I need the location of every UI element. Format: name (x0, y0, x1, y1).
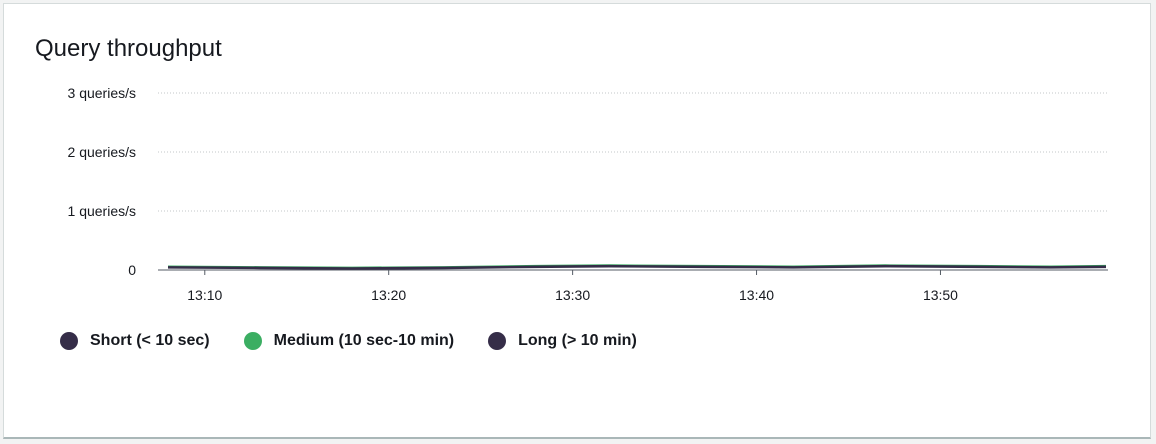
legend-label: Short (< 10 sec) (90, 332, 210, 349)
x-tick-label: 13:10 (187, 287, 222, 303)
x-tick-label: 13:40 (739, 287, 774, 303)
legend-swatch-icon (243, 332, 262, 350)
y-tick-label: 2 queries/s (68, 144, 136, 160)
gridlines (158, 92, 1108, 271)
x-tick-label: 13:50 (923, 287, 958, 303)
y-axis-tick-labels: 0 1 queries/s 2 queries/s 3 queries/s (68, 85, 137, 278)
legend-item[interactable]: Medium (10 sec-10 min) (243, 332, 455, 350)
legend-swatch-icon (60, 332, 78, 350)
x-tick-label: 13:20 (371, 287, 406, 303)
legend-label: Long (> 10 min) (518, 332, 637, 349)
chart-legend: Short (< 10 sec) Medium (10 sec-10 min) Lo… (60, 332, 671, 350)
y-tick-label: 0 (128, 262, 136, 278)
x-axis-tick-labels: 13:10 13:20 13:30 13:40 13:50 (187, 270, 958, 303)
legend-swatch-icon (488, 332, 507, 350)
x-tick-label: 13:30 (555, 287, 590, 303)
throughput-line-chart: 0 1 queries/s 2 queries/s 3 queries/s 13:10… (68, 85, 1108, 303)
series-lines (167, 264, 1107, 270)
legend-item[interactable]: Long (> 10 min) (488, 332, 637, 350)
y-tick-label: 1 queries/s (68, 203, 136, 219)
legend-label: Medium (10 sec-10 min) (273, 332, 455, 349)
legend-item[interactable]: Short (< 10 sec) (60, 332, 210, 350)
y-tick-label: 3 queries/s (68, 85, 136, 101)
